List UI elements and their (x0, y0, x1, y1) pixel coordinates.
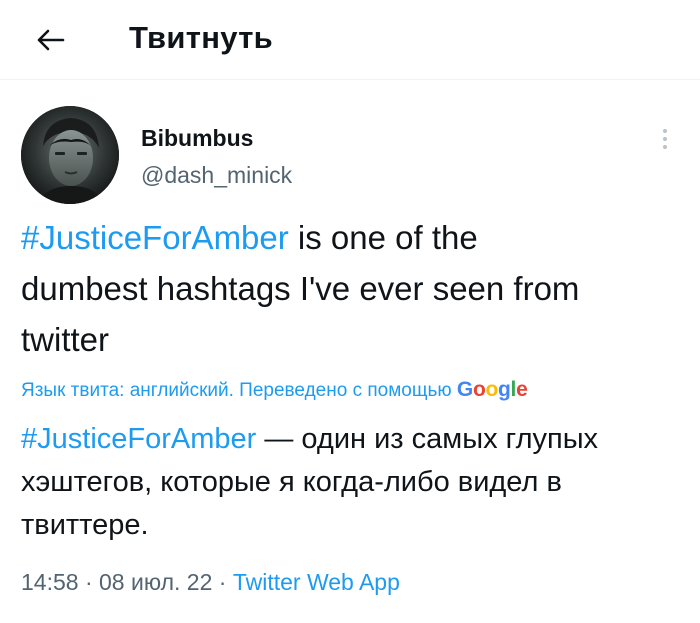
google-logo-letter: o (472, 378, 486, 401)
author-handle[interactable]: @dash_minick (141, 161, 292, 189)
page-title: Твитнуть (129, 20, 274, 55)
translated-hashtag-link[interactable]: #JusticeForAmber (21, 423, 256, 455)
google-logo-letter: o (485, 378, 498, 401)
header-divider (0, 79, 700, 80)
tweet-source-app[interactable]: Twitter Web App (233, 569, 400, 595)
google-logo-letter: G (456, 378, 473, 401)
arrow-left-icon (37, 29, 65, 51)
google-logo-letter: e (516, 378, 528, 401)
meta-separator: · (212, 569, 233, 595)
google-logo-letter: g (498, 378, 511, 401)
avatar[interactable] (21, 106, 119, 204)
translated-tweet-text: #JusticeForAmber — один из самых глупых … (21, 418, 681, 547)
author-name[interactable]: Bibumbus (141, 124, 253, 152)
back-button[interactable] (30, 20, 70, 60)
tweet-time[interactable]: 14:58 (21, 569, 79, 595)
hashtag-link[interactable]: #JusticeForAmber (21, 219, 289, 256)
tweet-text-segment: dumbest hashtags I've ever seen from (21, 270, 580, 307)
tweet-text: #JusticeForAmber is one of the dumbest h… (21, 212, 681, 365)
google-logo: Google (457, 378, 528, 401)
avatar-image (21, 106, 119, 204)
header: Твитнуть (0, 0, 700, 78)
more-vertical-icon (663, 129, 667, 133)
more-vertical-icon-dot (663, 145, 667, 149)
tweet-meta: 14:58 · 08 июл. 22 · Twitter Web App (21, 566, 400, 598)
translation-note-text: Язык твита: английский. Переведено с пом… (21, 380, 452, 401)
tweet-date[interactable]: 08 июл. 22 (99, 569, 212, 595)
meta-separator: · (78, 569, 100, 595)
more-vertical-icon-dot (663, 137, 667, 141)
tweet-page: Твитнуть Bibumbus @dash_minick #JusticeF… (0, 0, 700, 623)
translation-note[interactable]: Язык твита: английский. Переведено с пом… (21, 377, 681, 404)
tweet-text-segment: twitter (21, 321, 110, 358)
more-options-button[interactable] (650, 122, 680, 156)
tweet-text-segment: is one of the (288, 219, 478, 256)
